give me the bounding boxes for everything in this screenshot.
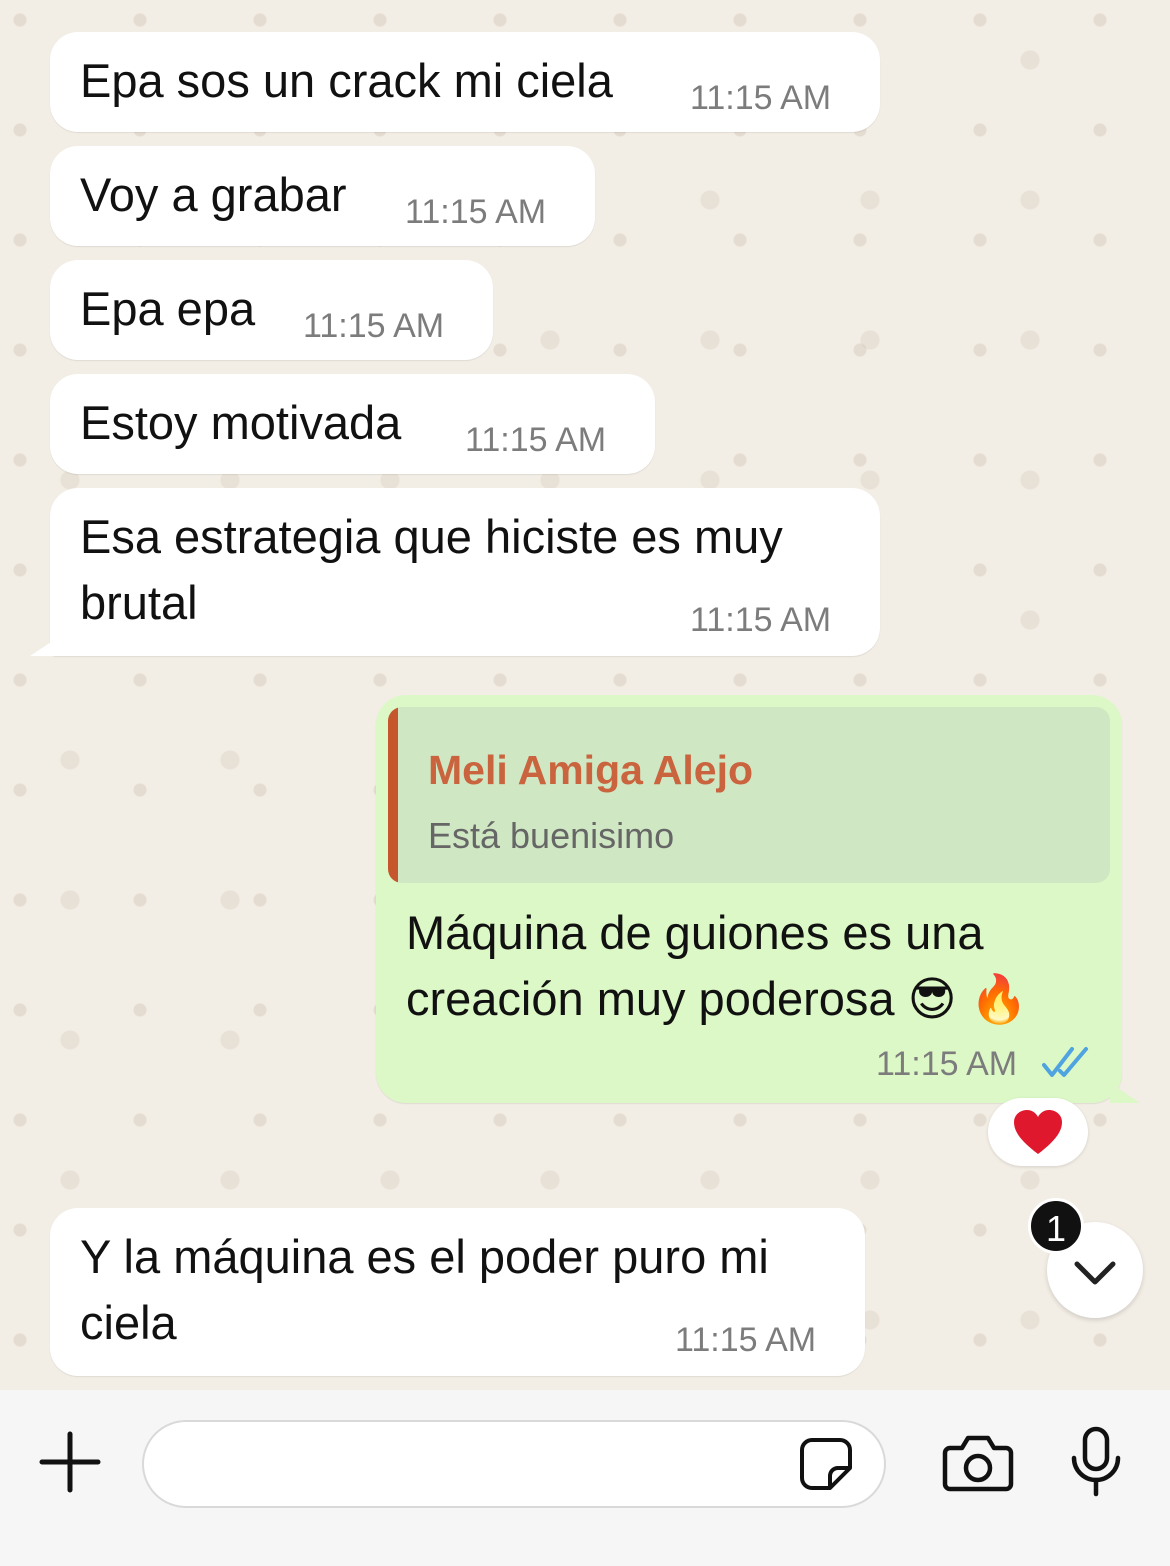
message-bubble-outgoing[interactable]: Meli Amiga Alejo Está buenisimo Máquina … xyxy=(376,695,1122,1103)
message-text: Epa sos un crack mi ciela xyxy=(80,54,613,107)
message-text: Epa epa xyxy=(80,282,256,335)
message-input[interactable] xyxy=(142,1420,886,1508)
message-timestamp: 11:15 AM xyxy=(303,307,445,345)
message-text: Máquina de guiones es una creación muy p… xyxy=(406,906,1029,1025)
message-timestamp: 11:15 AM xyxy=(675,1321,817,1359)
attach-button[interactable] xyxy=(38,1430,102,1499)
message-timestamp: 11:15 AM xyxy=(465,421,607,459)
sticker-button[interactable] xyxy=(798,1436,854,1497)
message-bubble-incoming[interactable]: Epa epa 11:15 AM xyxy=(50,260,493,360)
camera-icon xyxy=(942,1435,1014,1492)
reaction-badge[interactable] xyxy=(988,1098,1088,1166)
message-text: Y la máquina es el poder puro mi ciela xyxy=(80,1230,769,1349)
message-timestamp: 11:15 AM xyxy=(405,193,547,231)
sticker-icon xyxy=(800,1438,852,1490)
message-timestamp: 11:15 AM xyxy=(690,79,832,117)
quote-author: Meli Amiga Alejo xyxy=(428,747,754,793)
bubble-tail xyxy=(30,636,60,656)
microphone-icon xyxy=(1071,1426,1121,1497)
camera-button[interactable] xyxy=(942,1434,1014,1497)
message-timestamp: 11:15 AM xyxy=(876,1045,1018,1083)
quote-accent-bar xyxy=(388,707,398,883)
message-bubble-incoming[interactable]: Y la máquina es el poder puro mi ciela 1… xyxy=(50,1208,865,1376)
bubble-tail xyxy=(1110,1083,1140,1103)
double-check-read-icon xyxy=(1042,1045,1092,1086)
plus-icon xyxy=(39,1431,101,1493)
message-text: Estoy motivada xyxy=(80,396,402,449)
message-text: Voy a grabar xyxy=(80,168,347,221)
quoted-reply[interactable]: Meli Amiga Alejo Está buenisimo xyxy=(388,707,1110,883)
chat-background: Epa sos un crack mi ciela 11:15 AM Voy a… xyxy=(0,0,1170,1390)
heart-icon xyxy=(1014,1110,1062,1154)
message-bubble-incoming[interactable]: Esa estrategia que hiciste es muy brutal… xyxy=(50,488,880,656)
message-bubble-incoming[interactable]: Voy a grabar 11:15 AM xyxy=(50,146,595,246)
unread-count-badge: 1 xyxy=(1028,1198,1084,1254)
message-timestamp: 11:15 AM xyxy=(690,601,832,639)
message-text: Esa estrategia que hiciste es muy brutal xyxy=(80,510,783,629)
quote-text: Está buenisimo xyxy=(428,815,675,856)
message-bubble-incoming[interactable]: Epa sos un crack mi ciela 11:15 AM xyxy=(50,32,880,132)
message-bubble-incoming[interactable]: Estoy motivada 11:15 AM xyxy=(50,374,655,474)
microphone-button[interactable] xyxy=(1068,1426,1124,1503)
